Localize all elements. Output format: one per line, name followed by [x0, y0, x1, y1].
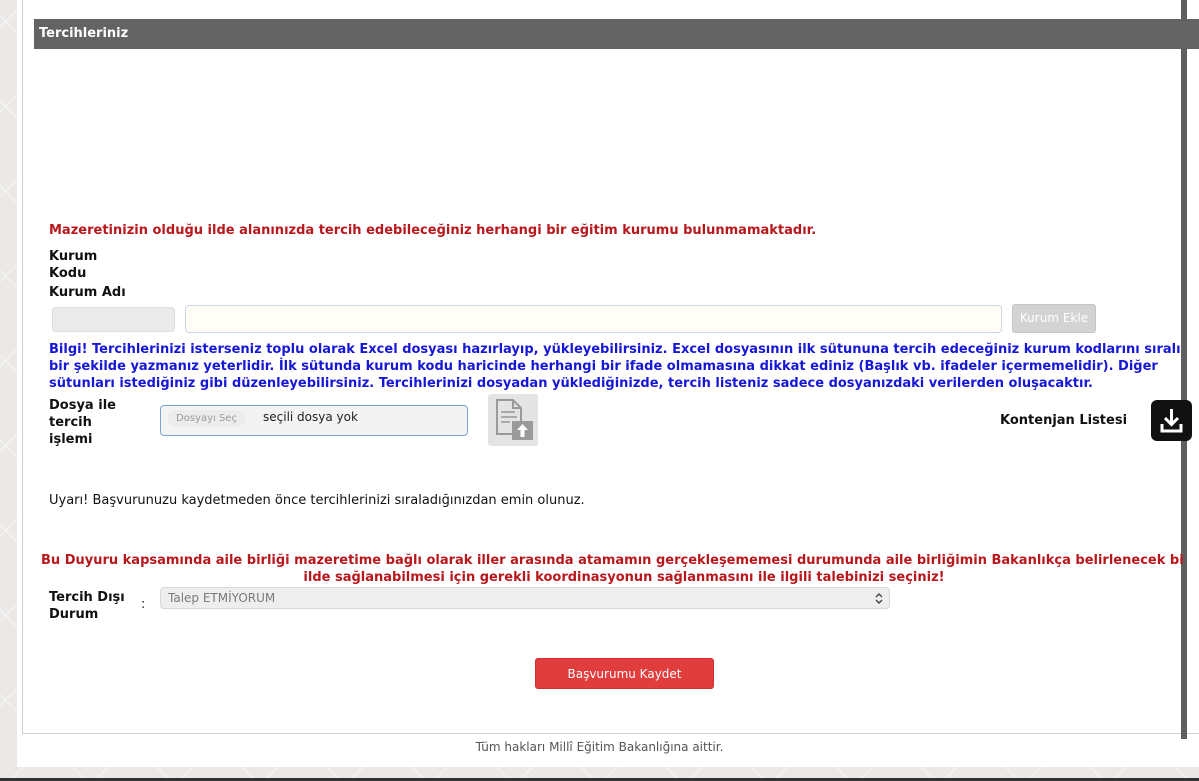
excel-info-text: Bilgi! Tercihlerinizi isterseniz toplu o…: [49, 341, 1181, 392]
announcement-line2: ilde sağlanabilmesi için gerekli koordin…: [303, 570, 945, 585]
excel-info-line1: Bilgi! Tercihlerinizi isterseniz toplu o…: [49, 342, 1181, 357]
announcement-line1: Bu Duyuru kapsamında aile birliği mazere…: [41, 553, 1184, 568]
label-separator: :: [141, 597, 146, 612]
excel-info-line2: bir şekilde yazmanız yeterlidir. İlk süt…: [49, 359, 1158, 374]
out-of-preference-label-line1: Tercih Dışı: [49, 590, 125, 605]
out-of-preference-select[interactable]: Talep ETMİYORUM: [160, 587, 890, 609]
section-title: Tercihleriniz: [39, 26, 129, 41]
institution-code-input[interactable]: [52, 307, 175, 332]
file-input[interactable]: Dosyayı Seç seçili dosya yok: [160, 405, 468, 436]
download-icon: [1160, 409, 1183, 433]
institution-name-label: Kurum Adı: [49, 285, 126, 300]
out-of-preference-label: Tercih Dışı Durum: [49, 589, 125, 623]
institution-code-label-line2: Kodu: [49, 266, 87, 281]
save-warning-text: Uyarı! Başvurunuzu kaydetmeden önce terc…: [49, 493, 585, 508]
footer-copyright: Tüm hakları Millî Eğitim Bakanlığına ait…: [475, 740, 724, 754]
save-application-button[interactable]: Başvurumu Kaydet: [535, 658, 714, 689]
no-file-selected-text: seçili dosya yok: [263, 410, 358, 424]
out-of-preference-label-line2: Durum: [49, 607, 99, 622]
file-upload-label-line1: Dosya ile: [49, 398, 116, 413]
institution-code-label: Kurum Kodu: [49, 248, 97, 282]
quota-download-button[interactable]: [1151, 400, 1192, 441]
institution-code-label-line1: Kurum: [49, 249, 98, 264]
out-of-preference-selected: Talep ETMİYORUM: [168, 591, 276, 605]
select-arrows-icon: [875, 593, 883, 604]
file-upload-label-line2: tercih: [49, 415, 92, 430]
file-upload-label: Dosya ile tercih işlemi: [49, 397, 116, 448]
choose-file-button[interactable]: Dosyayı Seç: [168, 410, 245, 427]
file-upload-label-line3: işlemi: [49, 432, 93, 447]
document-upload-icon: [496, 399, 533, 440]
no-institution-notice: Mazeretinizin olduğu ilde alanınızda ter…: [49, 223, 817, 238]
quota-list-label: Kontenjan Listesi: [1000, 413, 1128, 428]
excel-info-line3: sütunları istediğiniz gibi düzenleyebili…: [49, 376, 1093, 391]
upload-file-button[interactable]: [488, 394, 538, 446]
institution-name-input[interactable]: [185, 305, 1002, 333]
section-header: Tercihleriniz: [34, 19, 1199, 49]
panel-right-border: [1181, 0, 1187, 739]
add-institution-button[interactable]: Kurum Ekle: [1012, 304, 1096, 333]
